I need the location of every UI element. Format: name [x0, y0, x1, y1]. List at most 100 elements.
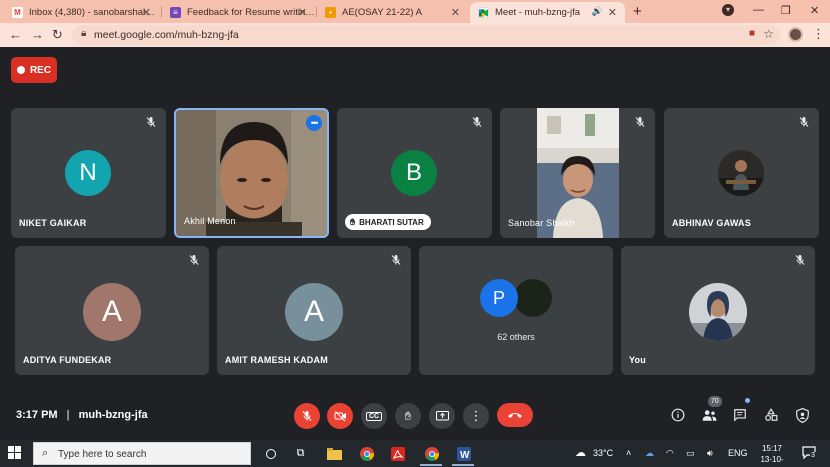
browser-menu-icon[interactable]: ⋮ [812, 26, 825, 42]
profile-avatar[interactable] [788, 27, 803, 42]
show-hidden-icons-icon[interactable]: ˄ [626, 448, 631, 458]
tab-forms[interactable]: ≡ Feedback for Resume writing - G ✕ [162, 2, 315, 23]
forward-icon[interactable]: → [31, 27, 44, 42]
volume-icon[interactable]: 🔊︎ [707, 448, 713, 459]
chrome-icon[interactable] [359, 446, 374, 461]
onedrive-icon[interactable]: ☁ [645, 448, 654, 459]
acrobat-icon[interactable] [390, 446, 405, 461]
captions-button[interactable]: CC [361, 403, 387, 429]
participant-name: ADITYA FUNDEKAR [23, 355, 112, 365]
meeting-details-icon[interactable] [669, 406, 687, 424]
classroom-icon: ▪ [325, 7, 336, 18]
system-clock[interactable]: 15:17 13-10-2021 [752, 443, 792, 467]
svg-text:W: W [460, 450, 470, 461]
mic-off-icon [795, 255, 805, 265]
participant-name: BHARATI SUTAR [359, 217, 424, 227]
people-icon[interactable] [700, 406, 718, 424]
participant-name: ABHINAV GAWAS [672, 218, 751, 228]
camera-in-use-icon[interactable]: ■ [749, 28, 755, 39]
raised-hand-badge: ✋︎ BHARATI SUTAR [345, 214, 431, 230]
tab-classroom[interactable]: ▪ AE(OSAY 21-22) A ✕ [317, 2, 468, 23]
address-bar[interactable]: 🔒︎ meet.google.com/muh-bzng-jfa ■ ☆ [72, 25, 780, 45]
cortana-icon[interactable] [263, 446, 278, 461]
back-icon[interactable]: ← [9, 27, 22, 42]
battery-icon[interactable]: ▭ [686, 448, 695, 459]
participant-tile-abhinav[interactable]: ABHINAV GAWAS [664, 108, 819, 238]
participant-tile-niket[interactable]: N NIKET GAIKAR [11, 108, 166, 238]
participant-tile-bharati[interactable]: B ✋︎ BHARATI SUTAR [337, 108, 492, 238]
activities-icon[interactable] [762, 406, 780, 424]
tab-search-icon[interactable]: ▾ [722, 4, 734, 16]
avatar: A [83, 283, 141, 341]
browser-tab-strip: M Inbox (4,380) - sanobarshaikh@ ✕ ≡ Fee… [0, 0, 830, 23]
mic-toggle-button[interactable] [294, 403, 320, 429]
avatar-photo [718, 150, 764, 196]
participant-tile-aditya[interactable]: A ADITYA FUNDEKAR [15, 246, 209, 375]
participant-name: NIKET GAIKAR [19, 218, 87, 228]
participant-tile-sanobar[interactable]: Sanobar Shaikh [500, 108, 655, 238]
separator: | [66, 409, 70, 421]
reload-icon[interactable]: ↻ [52, 27, 63, 43]
chat-unread-dot [745, 398, 750, 403]
restore-icon[interactable]: ❐ [781, 4, 791, 17]
close-icon[interactable]: ✕ [451, 6, 460, 19]
mic-off-icon [146, 117, 156, 127]
participant-tile-others[interactable]: P 62 others [419, 246, 613, 375]
meeting-clock: 3:17 PM | muh-bzng-jfa [16, 409, 148, 421]
mic-off-icon [189, 255, 199, 265]
input-language[interactable]: ENG [728, 448, 748, 458]
participant-tile-amit[interactable]: A AMIT RAMESH KADAM [217, 246, 411, 375]
mic-off-icon [391, 255, 401, 265]
meeting-time: 3:17 PM [16, 409, 58, 421]
task-view-icon[interactable]: ⧉ [293, 446, 308, 461]
record-dot-icon [16, 66, 25, 74]
close-icon[interactable]: ✕ [298, 6, 307, 19]
address-bar-row: ← → ↻ 🔒︎ meet.google.com/muh-bzng-jfa ■ … [0, 23, 830, 47]
notifications-icon[interactable]: 3 [802, 446, 816, 460]
taskbar-search-box[interactable]: ⌕ Type here to search [33, 442, 251, 465]
avatar: B [391, 150, 437, 196]
speaker-icon[interactable]: 🔊 [592, 6, 603, 17]
recording-label: REC [29, 64, 52, 76]
url-text: meet.google.com/muh-bzng-jfa [94, 29, 239, 41]
raise-hand-button[interactable]: ✋︎ [395, 403, 421, 429]
more-options-button[interactable]: ••• [306, 115, 322, 131]
wifi-icon[interactable]: ◠ [666, 448, 674, 459]
clock-date: 13-10-2021 [760, 455, 784, 467]
word-icon[interactable]: W [456, 446, 471, 461]
bookmark-star-icon[interactable]: ☆ [763, 27, 774, 41]
more-options-button[interactable]: ⋮ [463, 403, 489, 429]
window-close-icon[interactable]: ✕ [810, 4, 819, 17]
mic-off-icon [472, 117, 482, 127]
camera-toggle-button[interactable] [327, 403, 353, 429]
chrome-active-icon[interactable] [424, 446, 439, 461]
windows-start-icon[interactable] [8, 446, 22, 460]
mic-off-icon [799, 117, 809, 127]
search-placeholder: Type here to search [58, 449, 147, 460]
leave-call-button[interactable] [497, 403, 533, 427]
close-icon[interactable]: ✕ [142, 6, 151, 19]
camera-off-icon [334, 411, 346, 422]
tab-gmail[interactable]: M Inbox (4,380) - sanobarshaikh@ ✕ [4, 2, 159, 23]
new-tab-button[interactable]: + [633, 3, 642, 20]
participant-tile-you[interactable]: You [621, 246, 815, 375]
avatar: A [285, 283, 343, 341]
tab-title: Feedback for Resume writing - G [187, 7, 315, 18]
chat-icon[interactable] [731, 406, 749, 424]
host-controls-icon[interactable] [793, 406, 811, 424]
mic-off-icon [635, 117, 645, 127]
tab-title: AE(OSAY 21-22) A [342, 7, 422, 18]
clock-time: 15:17 [761, 444, 783, 453]
meet-icon [478, 7, 489, 18]
present-screen-button[interactable] [429, 403, 455, 429]
weather-icon[interactable]: ☁ [575, 446, 586, 459]
participant-tile-akhil[interactable]: ••• Akhil Menon [174, 108, 329, 238]
kebab-menu-icon: ⋮ [469, 408, 483, 423]
minimize-icon[interactable]: — [753, 4, 764, 16]
avatar-photo [689, 283, 747, 341]
file-explorer-icon[interactable] [327, 446, 342, 461]
recording-indicator[interactable]: REC [11, 57, 57, 83]
lock-icon[interactable]: 🔒︎ [81, 28, 86, 39]
tab-meet[interactable]: Meet - muh-bzng-jfa 🔊 ✕ [470, 2, 625, 23]
close-icon[interactable]: ✕ [608, 6, 617, 19]
